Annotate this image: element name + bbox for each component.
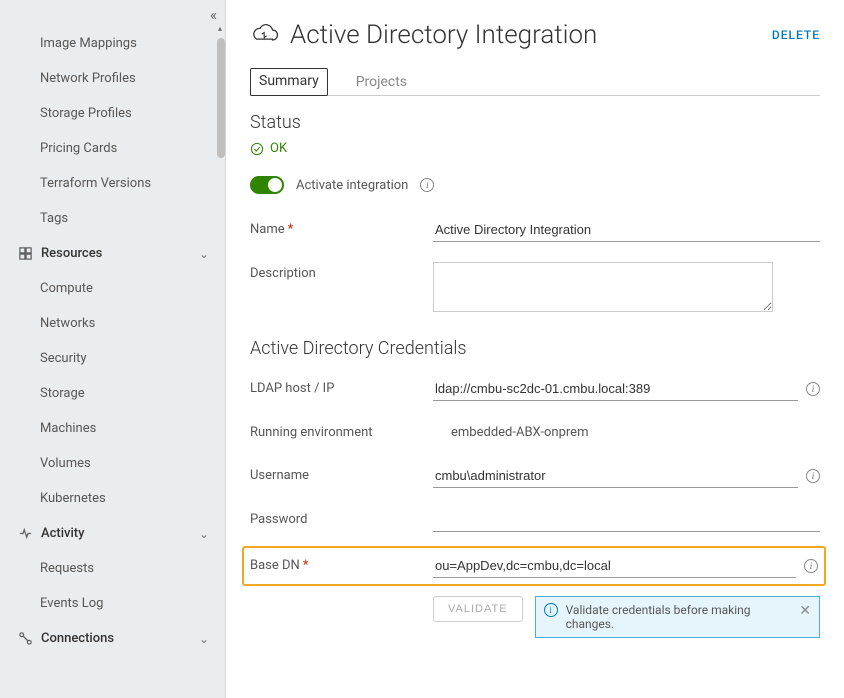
- sidebar-item-pricing-cards[interactable]: Pricing Cards: [0, 131, 221, 166]
- sidebar-item-security[interactable]: Security: [0, 341, 221, 376]
- sidebar-group-label: Resources: [41, 246, 102, 261]
- status-indicator: OK: [250, 141, 820, 156]
- basedn-input[interactable]: [433, 554, 796, 578]
- sidebar-item-network-profiles[interactable]: Network Profiles: [0, 61, 221, 96]
- ldap-label: LDAP host / IP: [250, 377, 425, 396]
- validate-notice: i Validate credentials before making cha…: [535, 596, 820, 638]
- credentials-heading: Active Directory Credentials: [250, 338, 820, 359]
- username-label: Username: [250, 464, 425, 483]
- activity-icon: [18, 526, 33, 541]
- basedn-highlight: Base DN* i: [242, 546, 826, 586]
- sidebar-item-networks[interactable]: Networks: [0, 306, 221, 341]
- sidebar-item-image-mappings[interactable]: Image Mappings: [0, 26, 221, 61]
- validate-button[interactable]: VALIDATE: [433, 596, 523, 622]
- sidebar-group-connections[interactable]: Connections ⌄: [0, 621, 221, 656]
- name-input[interactable]: [433, 218, 820, 242]
- runenv-value: embedded-ABX-onprem: [433, 421, 820, 444]
- delete-button[interactable]: DELETE: [772, 28, 820, 42]
- password-label: Password: [250, 508, 425, 527]
- sidebar-item-storage-profiles[interactable]: Storage Profiles: [0, 96, 221, 131]
- sidebar-group-label: Activity: [41, 526, 85, 541]
- info-icon[interactable]: i: [804, 559, 818, 573]
- password-input[interactable]: [433, 508, 820, 532]
- tab-projects[interactable]: Projects: [354, 68, 409, 96]
- connections-icon: [18, 631, 33, 646]
- tab-summary[interactable]: Summary: [250, 68, 328, 96]
- chevron-down-icon: ⌄: [199, 632, 209, 646]
- status-text: OK: [270, 141, 287, 156]
- info-icon[interactable]: i: [806, 382, 820, 396]
- description-textarea[interactable]: [433, 262, 773, 312]
- sidebar-item-machines[interactable]: Machines: [0, 411, 221, 446]
- validate-notice-text: Validate credentials before making chang…: [566, 603, 792, 631]
- sidebar: « ▴ Image Mappings Network Profiles Stor…: [0, 0, 226, 698]
- sidebar-item-storage[interactable]: Storage: [0, 376, 221, 411]
- chevron-down-icon: ⌄: [199, 247, 209, 261]
- name-label: Name*: [250, 218, 425, 237]
- runenv-label: Running environment: [250, 421, 425, 440]
- scrollbar-thumb[interactable]: [217, 38, 225, 158]
- status-heading: Status: [250, 112, 820, 133]
- username-input[interactable]: [433, 464, 798, 488]
- sidebar-item-tags[interactable]: Tags: [0, 201, 221, 236]
- info-icon[interactable]: i: [806, 469, 820, 483]
- sidebar-item-terraform-versions[interactable]: Terraform Versions: [0, 166, 221, 201]
- ldap-input[interactable]: [433, 377, 798, 401]
- resources-icon: [18, 246, 33, 261]
- check-circle-icon: [250, 142, 264, 156]
- activate-toggle[interactable]: [250, 176, 284, 194]
- info-icon[interactable]: i: [420, 178, 434, 192]
- sidebar-item-events-log[interactable]: Events Log: [0, 586, 221, 621]
- sidebar-group-activity[interactable]: Activity ⌄: [0, 516, 221, 551]
- scroll-up-icon[interactable]: ▴: [218, 24, 222, 33]
- sidebar-item-kubernetes[interactable]: Kubernetes: [0, 481, 221, 516]
- cloud-integration-icon: [250, 20, 280, 50]
- basedn-label: Base DN*: [250, 554, 425, 573]
- sidebar-group-label: Connections: [41, 631, 114, 646]
- page-title: Active Directory Integration: [290, 20, 762, 50]
- main-content: Active Directory Integration DELETE Summ…: [226, 0, 844, 698]
- sidebar-group-resources[interactable]: Resources ⌄: [0, 236, 221, 271]
- sidebar-item-volumes[interactable]: Volumes: [0, 446, 221, 481]
- close-icon[interactable]: ✕: [799, 603, 811, 619]
- tab-bar: Summary Projects: [250, 68, 820, 96]
- sidebar-collapse-icon[interactable]: «: [210, 6, 217, 24]
- chevron-down-icon: ⌄: [199, 527, 209, 541]
- info-icon: i: [544, 603, 558, 617]
- activate-toggle-label: Activate integration: [296, 178, 408, 193]
- sidebar-item-compute[interactable]: Compute: [0, 271, 221, 306]
- description-label: Description: [250, 262, 425, 281]
- sidebar-item-requests[interactable]: Requests: [0, 551, 221, 586]
